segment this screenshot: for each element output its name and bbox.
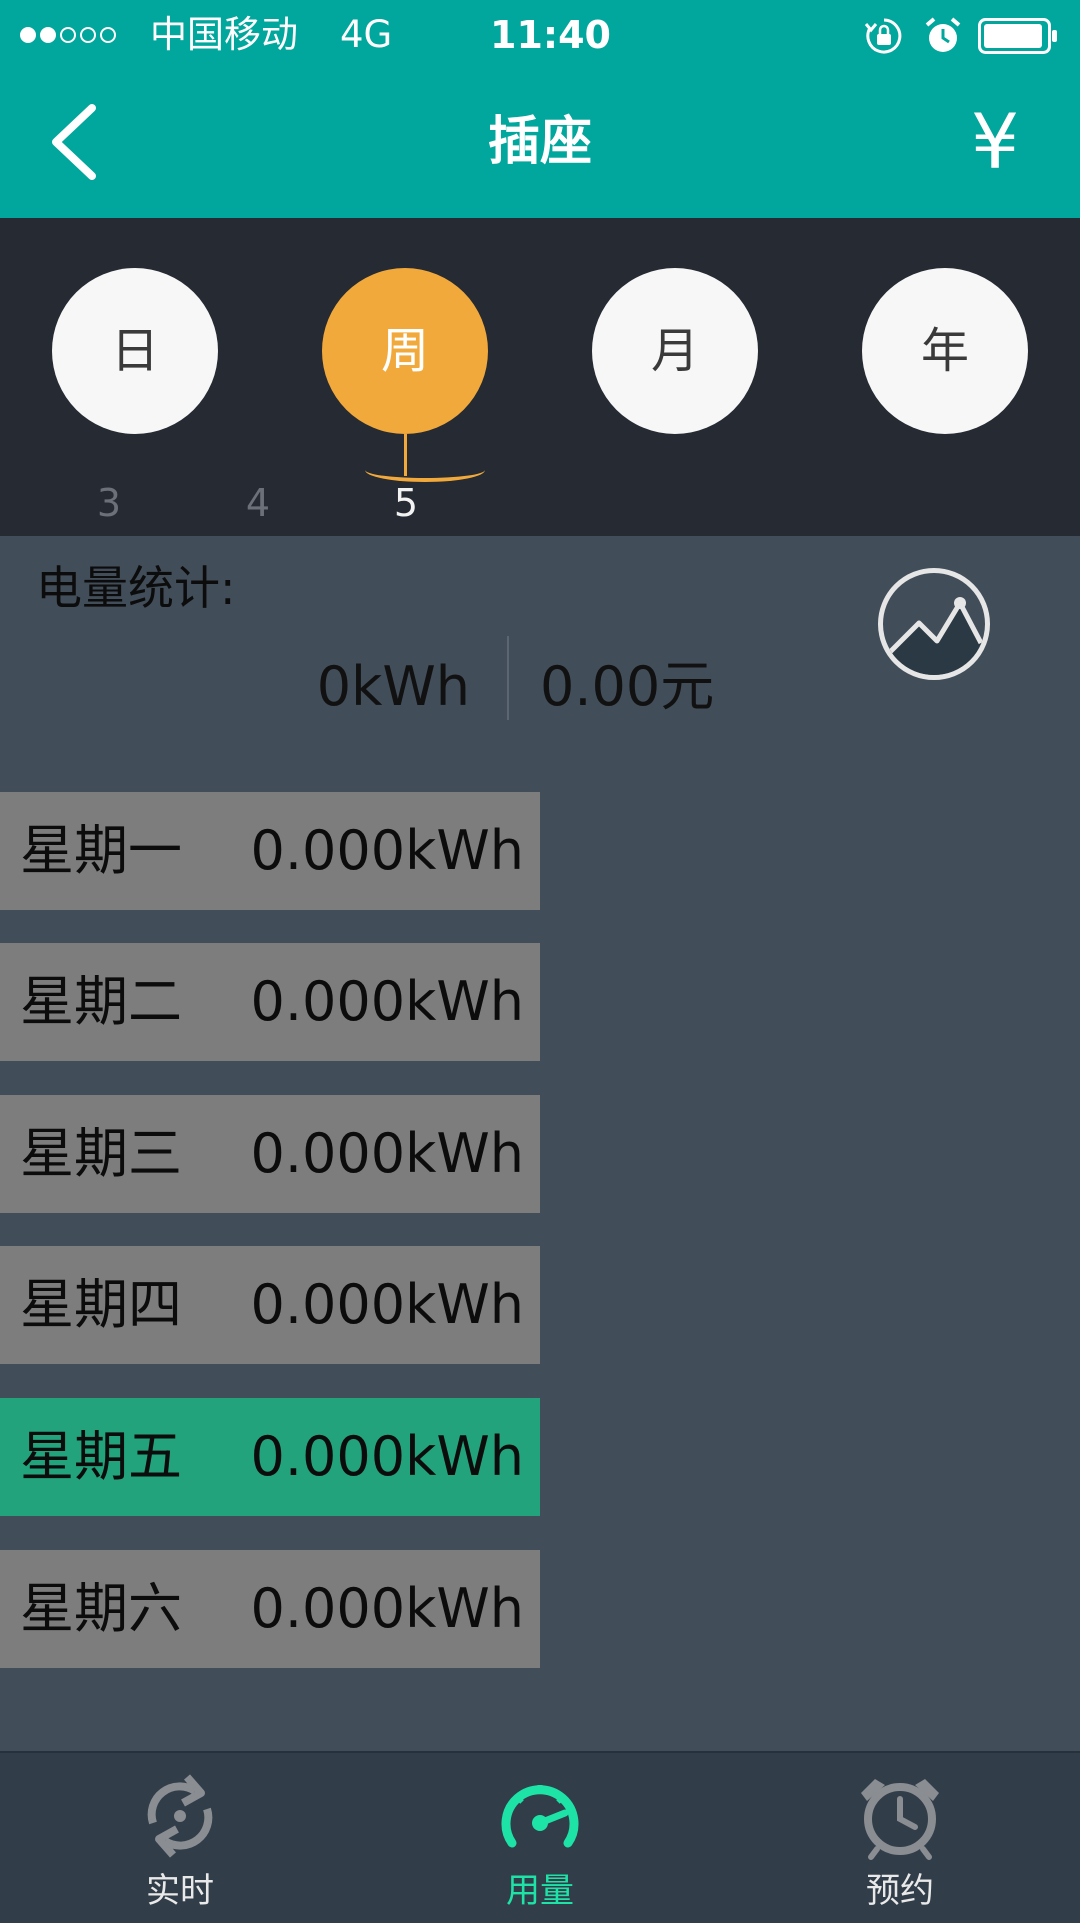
- period-month-button[interactable]: 月: [592, 268, 758, 434]
- status-time: 11:40: [490, 13, 611, 57]
- stats-energy: 0kWh: [316, 655, 470, 718]
- tab-label: 实时: [146, 1871, 214, 1911]
- stats-divider: [507, 636, 509, 720]
- price-button[interactable]: ¥: [960, 100, 1030, 184]
- speedometer-icon: [501, 1785, 579, 1848]
- day-row-wednesday[interactable]: 星期三 0.000kWh: [0, 1095, 540, 1213]
- tab-bar: 实时 用量 预约: [0, 1751, 1080, 1923]
- carrier-name: 中国移动: [150, 13, 298, 56]
- tab-usage[interactable]: 用量: [440, 1753, 640, 1923]
- signal-strength-icon: [20, 18, 116, 52]
- day-usage: 0.000kWh: [250, 1425, 524, 1488]
- week-number-3[interactable]: 3: [79, 480, 139, 526]
- period-week-button[interactable]: 周: [322, 268, 488, 434]
- tab-schedule[interactable]: 预约: [800, 1753, 1000, 1923]
- day-usage: 0.000kWh: [250, 1122, 524, 1185]
- battery-icon: [978, 18, 1057, 54]
- period-selector: 日 周 月 年 3 4 5: [0, 218, 1080, 536]
- day-name: 星期三: [20, 1122, 182, 1185]
- network-type: 4G: [340, 13, 393, 56]
- day-usage: 0.000kWh: [250, 1577, 524, 1640]
- day-name: 星期二: [20, 970, 182, 1033]
- tab-realtime[interactable]: 实时: [80, 1753, 280, 1923]
- selection-pointer-base: [365, 458, 485, 482]
- navigation-bar: 插座 ¥: [0, 70, 1080, 218]
- day-row-tuesday[interactable]: 星期二 0.000kWh: [0, 943, 540, 1061]
- chart-button[interactable]: [878, 568, 990, 680]
- alarm-icon: [925, 17, 961, 52]
- tab-label: 预约: [866, 1871, 934, 1911]
- day-row-saturday[interactable]: 星期六 0.000kWh: [0, 1550, 540, 1668]
- day-name: 星期四: [20, 1273, 182, 1336]
- day-name: 星期五: [20, 1425, 182, 1488]
- alarm-clock-icon: [861, 1779, 939, 1860]
- rotation-lock-icon: [864, 18, 902, 54]
- day-name: 星期一: [20, 819, 182, 882]
- tab-label: 用量: [506, 1871, 574, 1911]
- back-button[interactable]: [40, 100, 110, 184]
- refresh-icon: [147, 1774, 213, 1858]
- period-year-button[interactable]: 年: [862, 268, 1028, 434]
- day-usage: 0.000kWh: [250, 970, 524, 1033]
- status-bar: 中国移动 4G 11:40: [0, 0, 1080, 70]
- day-row-thursday[interactable]: 星期四 0.000kWh: [0, 1246, 540, 1364]
- week-number-4[interactable]: 4: [228, 480, 288, 526]
- line-chart-icon: [883, 597, 985, 675]
- day-usage: 0.000kWh: [250, 1273, 524, 1336]
- chevron-left-icon: [52, 104, 96, 180]
- week-number-5[interactable]: 5: [376, 480, 436, 526]
- stats-label: 电量统计:: [36, 561, 236, 615]
- day-row-friday[interactable]: 星期五 0.000kWh: [0, 1398, 540, 1516]
- day-name: 星期六: [20, 1577, 182, 1640]
- stats-cost: 0.00元: [540, 655, 715, 718]
- period-day-button[interactable]: 日: [52, 268, 218, 434]
- page-title: 插座: [487, 112, 592, 172]
- day-row-monday[interactable]: 星期一 0.000kWh: [0, 792, 540, 910]
- day-usage: 0.000kWh: [250, 819, 524, 882]
